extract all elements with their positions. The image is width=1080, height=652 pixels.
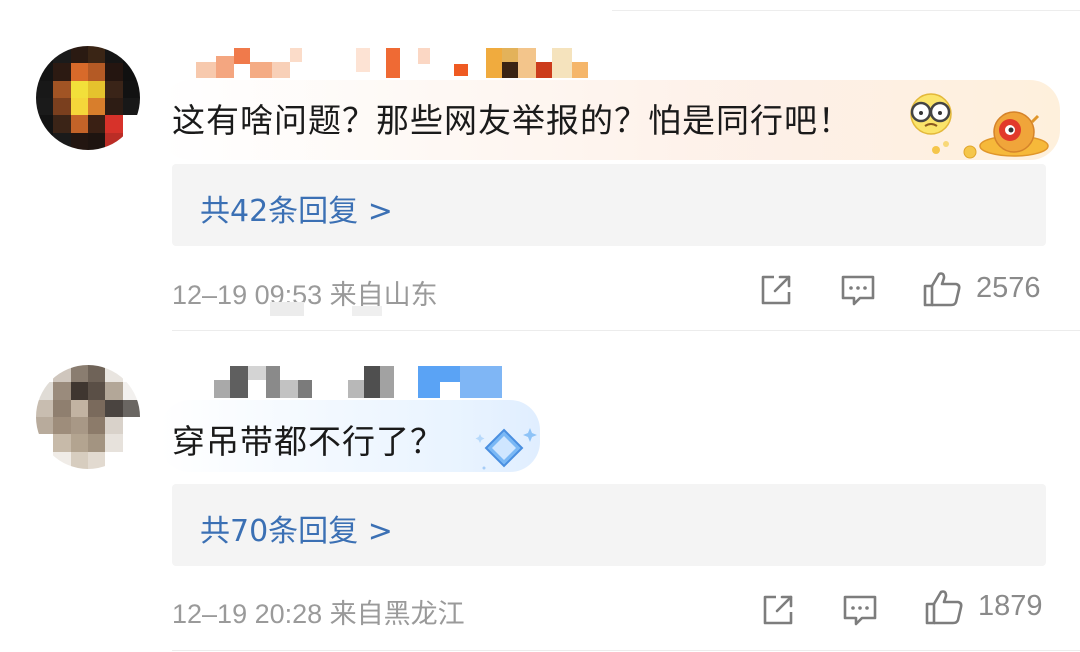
comment-divider	[172, 650, 1080, 651]
like-button[interactable]: 1879	[924, 588, 1043, 626]
avatar[interactable]	[36, 46, 140, 150]
comment-icon	[841, 275, 875, 306]
view-replies-button[interactable]: 共42条回复 >	[172, 164, 1046, 246]
comment-button[interactable]	[840, 272, 876, 308]
thumbs-up-icon	[925, 590, 963, 625]
share-icon	[763, 595, 793, 625]
comment-meta: 12–19 09:53 来自山东	[172, 280, 438, 310]
comment-text: 穿吊带都不行了？	[172, 422, 444, 461]
avatar[interactable]	[36, 365, 140, 469]
like-count: 1879	[978, 590, 1043, 622]
comment-icon	[843, 595, 877, 626]
like-count: 2576	[976, 272, 1041, 304]
like-button[interactable]: 2576	[922, 270, 1041, 308]
replies-count-link[interactable]: 共42条回复 >	[200, 186, 393, 230]
redacted-artifact	[270, 302, 304, 316]
comment-text: 这有啥问题？那些网友举报的？怕是同行吧！	[172, 101, 852, 140]
share-button[interactable]	[760, 592, 796, 628]
redacted-artifact	[352, 306, 382, 316]
comment-button[interactable]	[842, 592, 878, 628]
comment-item: 穿吊带都不行了？ 共70条回复 > 12–19 20:28 来自黑龙江 1879	[0, 330, 1080, 652]
blue-diamond-badge-icon	[475, 428, 537, 470]
replies-count-link[interactable]: 共70条回复 >	[200, 506, 393, 550]
gold-ufo-badge-icon	[932, 111, 1049, 159]
username-redacted[interactable]	[214, 366, 506, 398]
comment-meta: 12–19 20:28 来自黑龙江	[172, 599, 465, 629]
username-redacted[interactable]	[196, 48, 588, 78]
share-icon	[761, 275, 791, 305]
view-replies-button[interactable]: 共70条回复 >	[172, 484, 1046, 566]
thumbs-up-icon	[923, 272, 961, 307]
share-button[interactable]	[758, 272, 794, 308]
comment-item: 这有啥问题？那些网友举报的？怕是同行吧！ 共42条回复 > 12–19 09:5…	[0, 0, 1080, 330]
